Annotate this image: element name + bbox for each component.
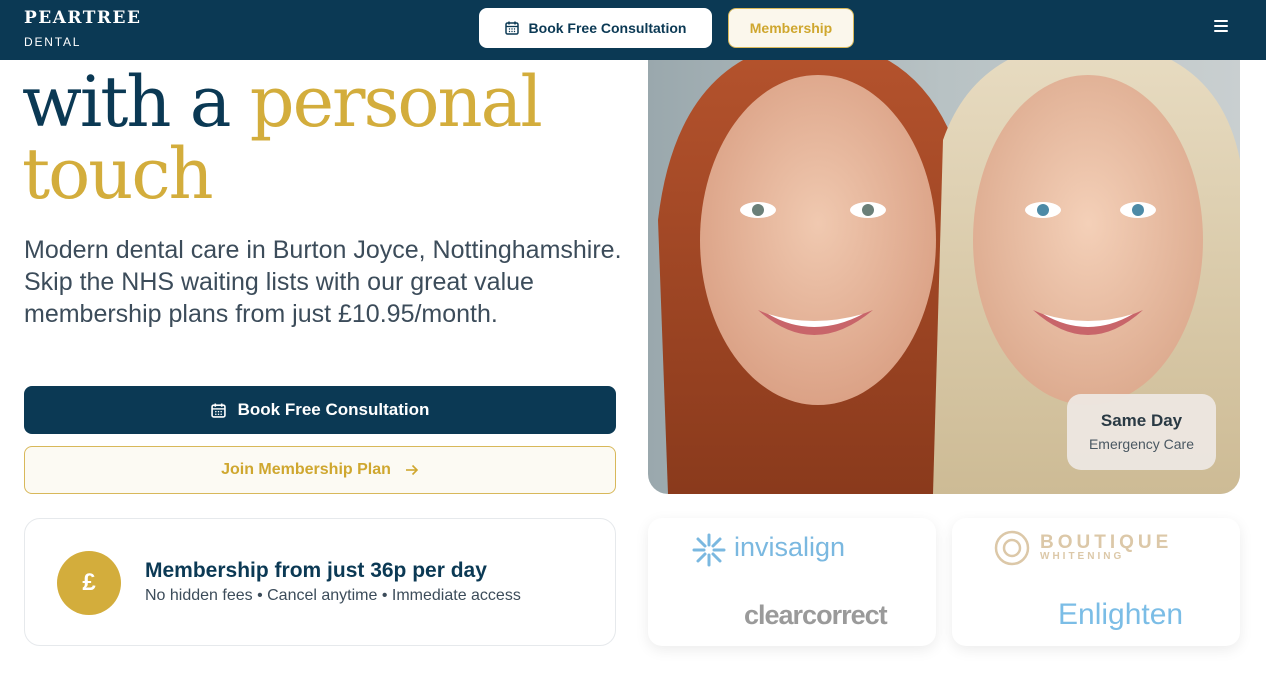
brand-card-aligners: invisalign clearcorrect <box>648 518 936 646</box>
emergency-care-badge: Same Day Emergency Care <box>1067 394 1216 470</box>
emergency-title: Same Day <box>1100 411 1183 430</box>
site-header: PEARTREE DENTAL Book Free Consultation M… <box>0 0 1266 60</box>
header-membership-label: Membership <box>749 20 833 36</box>
hero-title-part: with a <box>22 61 250 143</box>
membership-card-title: Membership from just 36p per day <box>145 559 487 582</box>
clearcorrect-logo: clearcorrect <box>744 600 888 630</box>
membership-card-subtitle: No hidden fees • Cancel anytime • Immedi… <box>145 587 521 604</box>
hero-title-highlight: personal <box>249 61 543 143</box>
join-membership-button[interactable]: Join Membership Plan <box>24 446 616 494</box>
join-membership-label: Join Membership Plan <box>221 461 391 478</box>
book-consultation-button[interactable]: Book Free Consultation <box>24 386 616 434</box>
header-book-label: Book Free Consultation <box>528 20 687 36</box>
invisalign-logo: invisalign <box>734 532 846 562</box>
hamburger-icon[interactable] <box>1214 20 1228 34</box>
calendar-icon <box>504 21 519 35</box>
header-membership-button[interactable]: Membership <box>728 8 854 48</box>
brand-card-whitening: BOUTIQUE WHITENING Enlighten <box>952 518 1240 646</box>
enlighten-logo: Enlighten <box>1058 598 1184 631</box>
invisalign-star-icon <box>692 533 726 567</box>
emergency-subtitle: Emergency Care <box>1088 436 1195 452</box>
hero-description: Modern dental care in Burton Joyce, Nott… <box>24 236 622 328</box>
membership-info-card: £ Membership from just 36p per day No hi… <box>24 518 616 646</box>
pound-icon: £ <box>57 551 121 615</box>
logo-main-text: PEARTREE <box>24 8 142 28</box>
boutique-logo-icon <box>994 530 1030 566</box>
hero-title: with a personal touch <box>22 52 543 215</box>
hero-title-line2: touch <box>22 133 214 215</box>
logo[interactable]: PEARTREE DENTAL <box>24 8 141 49</box>
arrow-right-icon <box>405 464 419 476</box>
book-consultation-label: Book Free Consultation <box>237 400 430 419</box>
boutique-logo-sub: WHITENING <box>1040 551 1125 562</box>
logo-sub-text: DENTAL <box>24 35 82 49</box>
calendar-icon <box>210 403 226 418</box>
header-book-consultation-button[interactable]: Book Free Consultation <box>479 8 712 48</box>
